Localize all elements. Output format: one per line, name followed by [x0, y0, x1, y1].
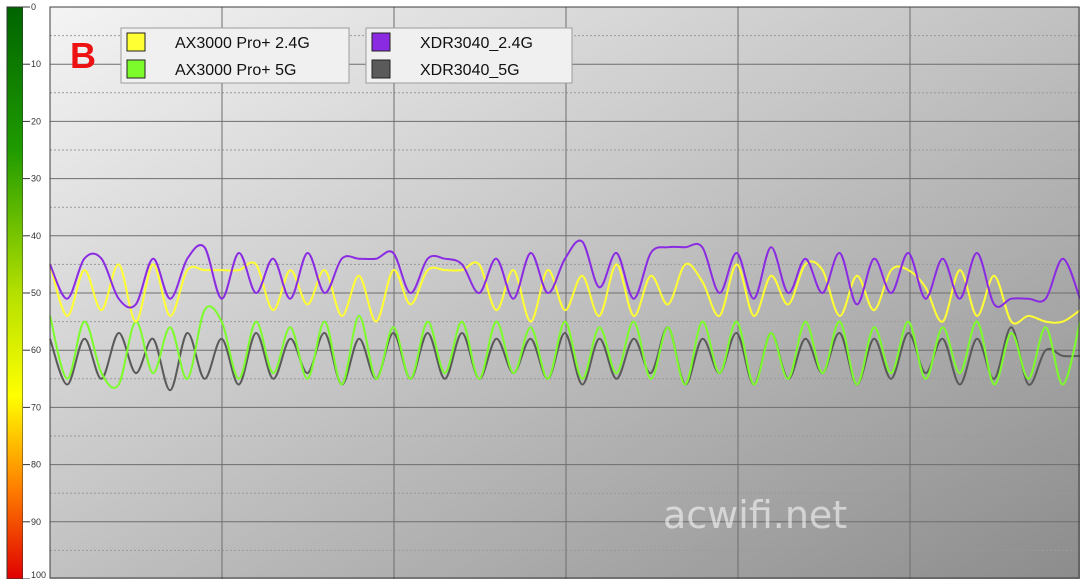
panel-label: B: [70, 35, 96, 76]
y-tick-label: 70: [31, 402, 41, 412]
y-tick-label: 20: [31, 116, 41, 126]
legend-label-ax3000-24g: AX3000 Pro+ 2.4G: [175, 35, 310, 52]
legend-swatch-xdr3040-5g: [371, 59, 391, 79]
legend-swatch-ax3000-5g: [126, 59, 146, 79]
y-tick-label: 30: [31, 174, 41, 184]
y-tick-label: 10: [31, 59, 41, 69]
legend-swatch-xdr3040-24g: [371, 32, 391, 52]
y-tick-label: 50: [31, 288, 41, 298]
y-tick-label: 80: [31, 460, 41, 470]
legend-label-xdr3040-24g: XDR3040_2.4G: [420, 35, 533, 52]
chart-svg: 0102030405060708090100 AX3000 Pro+ 2.4GA…: [6, 0, 1080, 579]
color-scale-bar: [6, 6, 24, 579]
chart-root: 0 10 20 30 40 50 60 70 80 90 100 AX3000 Pro+ 2.4G A…: [0, 0, 1080, 579]
y-tick-label: 60: [31, 345, 41, 355]
legend-label-ax3000-5g: AX3000 Pro+ 5G: [175, 62, 296, 79]
legend: AX3000 Pro+ 2.4G AX3000 Pro+ 5G XDR3040_2.…: [120, 27, 573, 84]
y-tick-label: 100: [31, 570, 46, 579]
y-tick-label: 0: [31, 2, 36, 12]
legend-swatch-ax3000-24g: [126, 32, 146, 52]
legend-label-xdr3040-5g: XDR3040_5G: [420, 62, 520, 79]
y-tick-label: 40: [31, 231, 41, 241]
watermark: acwifi.net: [663, 493, 847, 537]
y-tick-label: 90: [31, 517, 41, 527]
